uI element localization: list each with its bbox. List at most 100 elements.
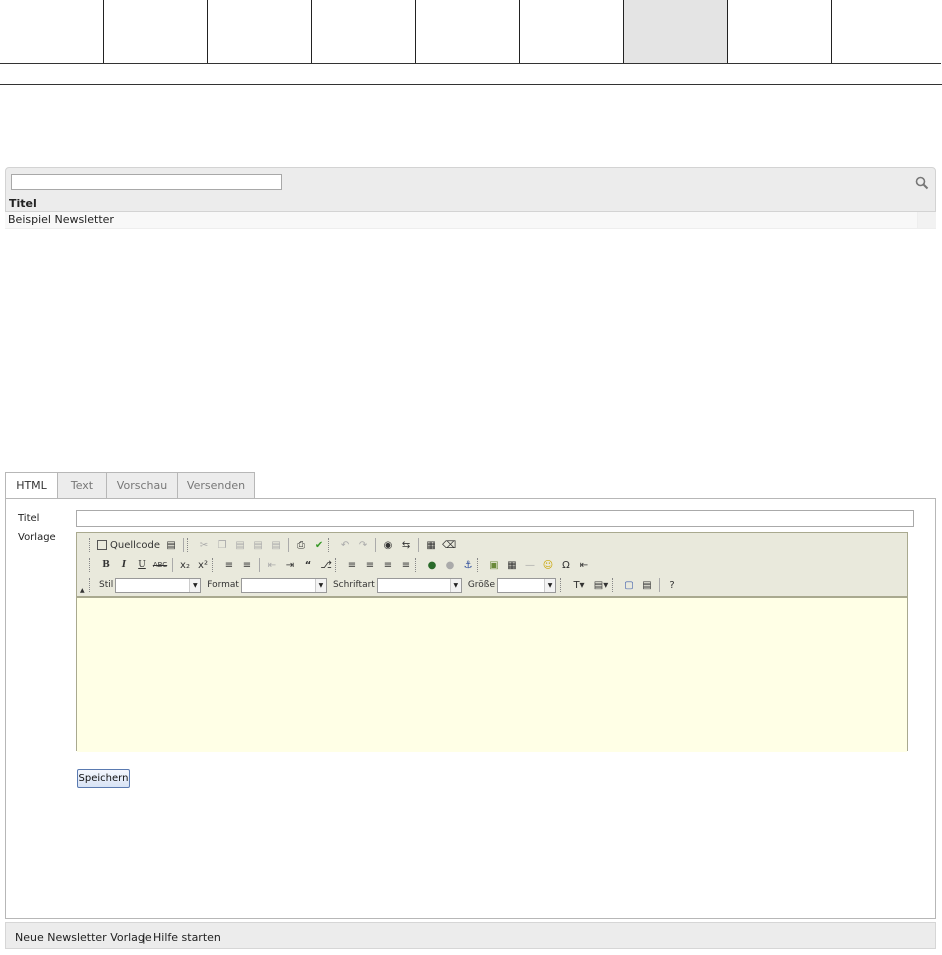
indent-icon[interactable]: ⇥ xyxy=(281,557,299,573)
print-icon[interactable]: ⎙ xyxy=(292,537,310,553)
column-header-title[interactable]: Titel xyxy=(9,197,37,210)
font-dropdown[interactable]: ▼ xyxy=(376,577,462,593)
nav-item-6[interactable] xyxy=(520,0,624,63)
toolbar-separator xyxy=(288,538,290,552)
search-input[interactable] xyxy=(11,174,282,190)
replace-icon[interactable]: ⇆ xyxy=(397,537,415,553)
row-title[interactable]: Beispiel Newsletter xyxy=(8,213,114,226)
nav-item-8[interactable] xyxy=(728,0,832,63)
new-page-icon[interactable]: ▤ xyxy=(162,537,180,553)
toolbar-grip[interactable] xyxy=(89,578,93,592)
bold-icon[interactable]: B xyxy=(97,557,115,573)
outdent-icon[interactable]: ⇤ xyxy=(263,557,281,573)
toolbar-grip[interactable] xyxy=(89,558,93,572)
subscript-icon[interactable]: x₂ xyxy=(176,557,194,573)
strikethrough-icon[interactable]: ABC xyxy=(151,557,169,573)
nav-item-2[interactable] xyxy=(104,0,208,63)
table-icon[interactable]: ▦ xyxy=(503,557,521,573)
template-label: Vorlage xyxy=(18,532,56,543)
footer-separator: | xyxy=(142,931,146,944)
unlink-icon[interactable]: ● xyxy=(441,557,459,573)
toolbar-grip[interactable] xyxy=(89,538,93,552)
chevron-down-icon: ▼ xyxy=(449,578,461,592)
align-right-icon[interactable]: ≡ xyxy=(379,557,397,573)
horizontal-rule-icon[interactable]: — xyxy=(521,557,539,573)
align-left-icon[interactable]: ≡ xyxy=(343,557,361,573)
rich-text-editor: Quellcode ▤ ✂ ❐ ▤ ▤ ▤ ⎙ ✔ ↶ ↷ ◉ ⇆ ▦ ⌫ B … xyxy=(76,532,908,752)
nav-item-4[interactable] xyxy=(312,0,416,63)
select-all-icon[interactable]: ▦ xyxy=(422,537,440,553)
source-button[interactable]: Quellcode xyxy=(97,540,160,551)
bullet-list-icon[interactable]: ≡ xyxy=(238,557,256,573)
undo-icon[interactable]: ↶ xyxy=(336,537,354,553)
tab-text[interactable]: Text xyxy=(57,472,107,498)
align-center-icon[interactable]: ≡ xyxy=(361,557,379,573)
format-dropdown[interactable]: ▼ xyxy=(240,577,327,593)
copy-icon[interactable]: ❐ xyxy=(213,537,231,553)
nav-item-5[interactable] xyxy=(416,0,520,63)
toolbar-grip[interactable] xyxy=(187,538,191,552)
remove-format-icon[interactable]: ⌫ xyxy=(440,537,458,553)
nav-item-1[interactable] xyxy=(0,0,104,63)
toolbar-grip[interactable] xyxy=(335,558,339,572)
title-input[interactable] xyxy=(76,510,914,527)
underline-icon[interactable]: U xyxy=(133,557,151,573)
toolbar-grip[interactable] xyxy=(212,558,216,572)
toolbar-grip[interactable] xyxy=(328,538,332,552)
toolbar-grip[interactable] xyxy=(612,578,616,592)
new-template-link[interactable]: Neue Newsletter Vorlage xyxy=(15,931,152,944)
image-icon[interactable]: ▣ xyxy=(485,557,503,573)
paste-word-icon[interactable]: ▤ xyxy=(267,537,285,553)
template-list: Titel Beispiel Newsletter xyxy=(5,167,936,229)
paste-icon[interactable]: ▤ xyxy=(231,537,249,553)
nav-item-3[interactable] xyxy=(208,0,312,63)
format-label: Format xyxy=(207,580,239,590)
paste-text-icon[interactable]: ▤ xyxy=(249,537,267,553)
font-label: Schriftart xyxy=(332,580,375,590)
toolbar-separator xyxy=(183,538,185,552)
toolbar-collapse-icon[interactable]: ▲ xyxy=(80,587,85,594)
title-label: Titel xyxy=(18,513,40,524)
superscript-icon[interactable]: x² xyxy=(194,557,212,573)
style-dropdown[interactable]: ▼ xyxy=(115,577,202,593)
tab-versenden[interactable]: Versenden xyxy=(177,472,255,498)
toolbar-grip[interactable] xyxy=(415,558,419,572)
find-icon[interactable]: ◉ xyxy=(379,537,397,553)
tab-vorschau[interactable]: Vorschau xyxy=(106,472,178,498)
align-justify-icon[interactable]: ≡ xyxy=(397,557,415,573)
text-color-icon[interactable]: T▾ xyxy=(568,577,590,593)
size-dropdown[interactable]: ▼ xyxy=(497,577,557,593)
nav-item-9[interactable] xyxy=(832,0,939,63)
tab-html[interactable]: HTML xyxy=(5,472,58,499)
anchor-icon[interactable]: ⚓ xyxy=(459,557,477,573)
toolbar-grip[interactable] xyxy=(477,558,481,572)
show-blocks-icon[interactable]: ▤ xyxy=(638,577,656,593)
toolbar-grip[interactable] xyxy=(560,578,564,592)
page-break-icon[interactable]: ⇤ xyxy=(575,557,593,573)
footer-action-bar: Neue Newsletter Vorlage | Hilfe starten xyxy=(5,922,936,949)
numbered-list-icon[interactable]: ≡ xyxy=(220,557,238,573)
maximize-icon[interactable]: ▢ xyxy=(620,577,638,593)
smiley-icon[interactable]: ☺ xyxy=(539,557,557,573)
background-color-icon[interactable]: ▤▾ xyxy=(590,577,612,593)
italic-icon[interactable]: I xyxy=(115,557,133,573)
save-button[interactable]: Speichern xyxy=(77,769,130,788)
table-row[interactable]: Beispiel Newsletter xyxy=(5,212,936,229)
special-char-icon[interactable]: Ω xyxy=(557,557,575,573)
toolbar-separator xyxy=(418,538,420,552)
source-label: Quellcode xyxy=(110,539,161,551)
cut-icon[interactable]: ✂ xyxy=(195,537,213,553)
top-navigation xyxy=(0,0,941,64)
editor-content-area[interactable] xyxy=(77,597,907,752)
help-icon[interactable]: ? xyxy=(663,577,681,593)
help-link[interactable]: Hilfe starten xyxy=(153,931,221,944)
blockquote-icon[interactable]: “ xyxy=(299,557,317,573)
row-scroll-gutter xyxy=(917,212,936,228)
search-icon[interactable] xyxy=(915,176,929,190)
link-icon[interactable]: ● xyxy=(423,557,441,573)
div-container-icon[interactable]: ⎇ xyxy=(317,557,335,573)
nav-item-7-active[interactable] xyxy=(624,0,728,63)
spellcheck-icon[interactable]: ✔ xyxy=(310,537,328,553)
redo-icon[interactable]: ↷ xyxy=(354,537,372,553)
toolbar-row-1: Quellcode ▤ ✂ ❐ ▤ ▤ ▤ ⎙ ✔ ↶ ↷ ◉ ⇆ ▦ ⌫ xyxy=(89,536,458,554)
